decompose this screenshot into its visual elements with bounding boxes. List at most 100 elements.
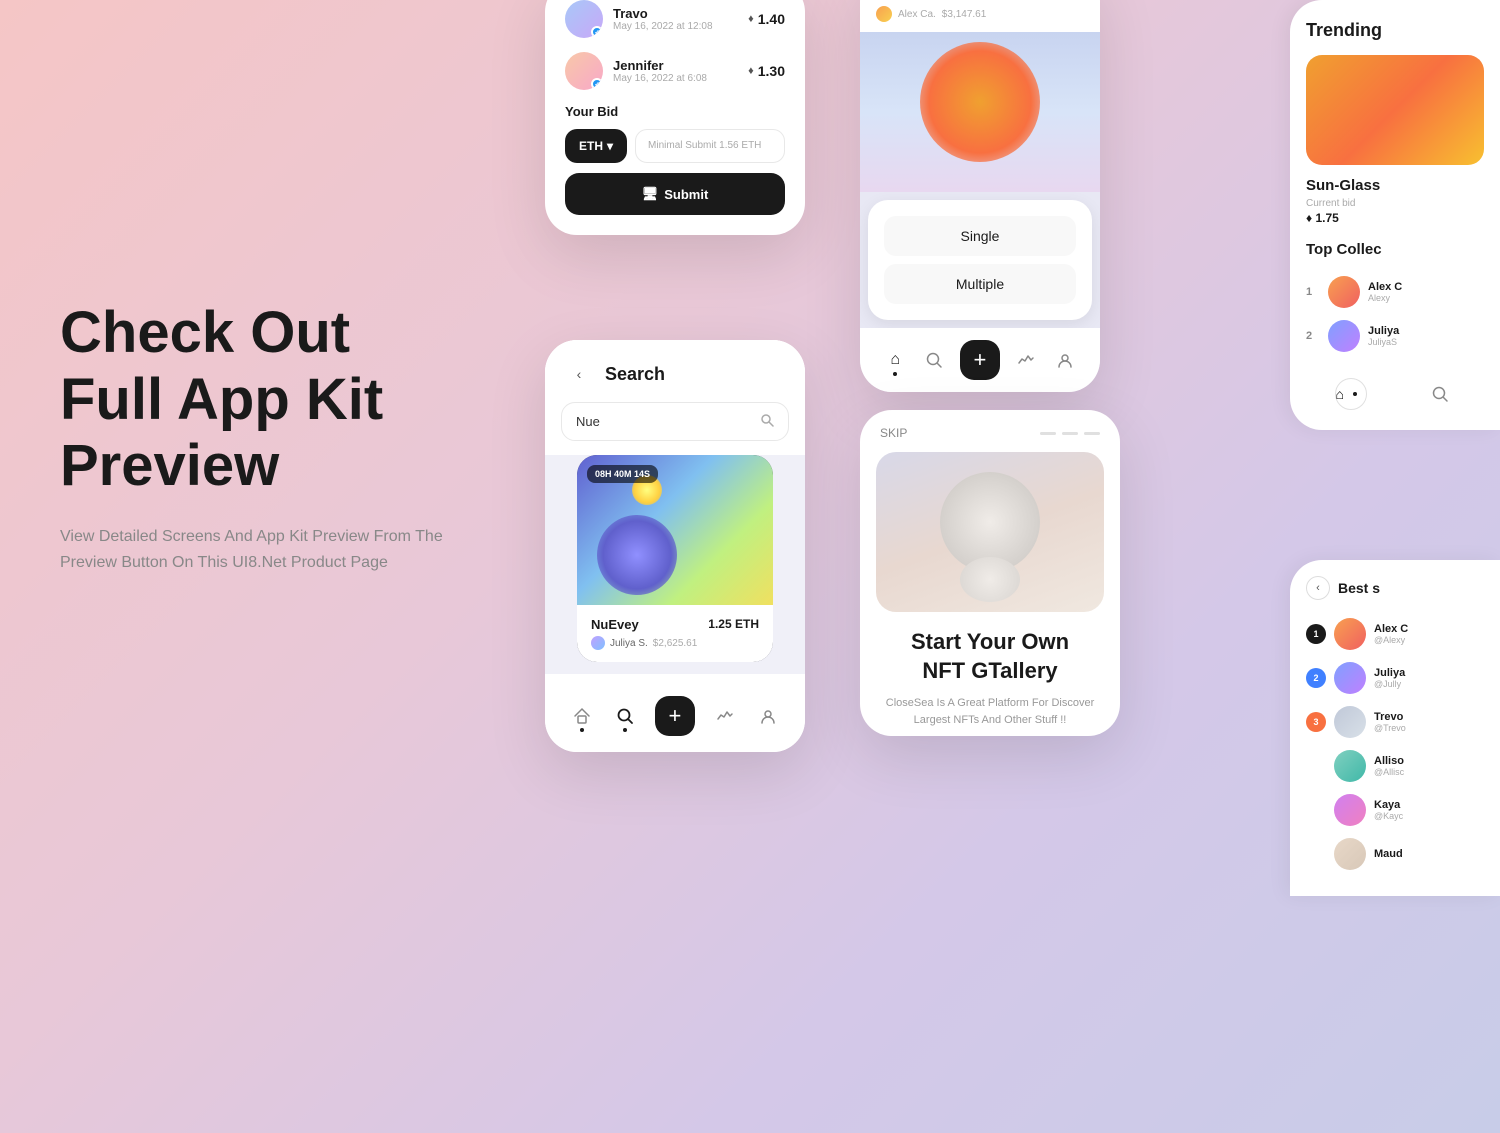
seller-name-1: Alex C — [1374, 623, 1408, 635]
submit-button[interactable]: 🖥 Submit — [565, 173, 785, 215]
trending-nft-image — [1306, 55, 1484, 165]
dot-2 — [1062, 432, 1078, 435]
nft-image-area — [860, 32, 1100, 192]
nft-usd: $3,147.61 — [942, 9, 987, 20]
search-input-value[interactable]: Nue — [576, 414, 752, 429]
seller-row-2: 2 Juliya @Jully — [1290, 656, 1500, 700]
trending-nft-title: Sun-Glass — [1290, 177, 1500, 194]
trending-panel: Trending Sun-Glass Current bid ♦ 1.75 To… — [1290, 0, 1500, 430]
collector-row-2: 2 Juliya JuliyaS — [1290, 314, 1500, 358]
search-screen: ‹ Search Nue 08H 40M 14S NuEvey 1.25 ETH — [545, 340, 805, 752]
seller-info-6: Maud — [1374, 848, 1403, 860]
search-back-button[interactable]: ‹ — [565, 360, 593, 388]
search-profile-icon[interactable] — [756, 704, 780, 728]
stone-small — [960, 557, 1020, 602]
seller-avatar-5 — [1334, 794, 1366, 826]
seller-handle-3: @Trevo — [1374, 723, 1406, 733]
nft-search-usd: $2,625.61 — [653, 638, 698, 649]
seller-row-4: Alliso @Allisc — [1290, 744, 1500, 788]
user2-name: Jennifer — [613, 58, 707, 73]
gallery-skip-row: SKIP — [860, 410, 1120, 452]
user1-name: Travo — [613, 6, 713, 21]
search-nav-icon[interactable] — [922, 348, 946, 372]
nft-artist-row: Alex Ca. $3,147.61 — [876, 6, 1084, 22]
nft-search-info: NuEvey 1.25 ETH Juliya S. $2,625.61 — [577, 605, 773, 662]
seller-name-5: Kaya — [1374, 799, 1403, 811]
right-panel-nav: ⌂ — [1290, 366, 1500, 410]
nft-orb-1 — [597, 515, 677, 595]
single-option[interactable]: Single — [884, 216, 1076, 256]
eth-icon-1: ♦ — [748, 13, 754, 25]
add-nav-button[interactable]: + — [960, 340, 1000, 380]
subtitle-text: View Detailed Screens And App Kit Previe… — [60, 524, 480, 575]
seller-row-6: Maud — [1290, 832, 1500, 876]
collector-info-1: Alex C Alexy — [1368, 281, 1402, 303]
search-home-icon[interactable] — [570, 704, 594, 728]
trending-header: Trending — [1290, 0, 1500, 55]
bid-input-row: ETH ▾ Minimal Submit 1.56 ETH — [565, 129, 785, 163]
trending-bid-value: ♦ 1.75 — [1290, 211, 1500, 225]
collector-row-1: 1 Alex C Alexy — [1290, 270, 1500, 314]
gallery-title: Start Your Own NFT GTallery — [880, 628, 1100, 685]
nft-search-artist-row: Juliya S. $2,625.61 — [591, 636, 759, 650]
bid-card: Travo May 16, 2022 at 12:08 ♦ 1.40 Jenni… — [545, 0, 805, 235]
search-header: ‹ Search — [545, 340, 805, 402]
collector-handle-1: Alexy — [1368, 293, 1402, 303]
seller-badge-1: 1 — [1306, 624, 1326, 644]
home-nav-icon[interactable]: ⌂ — [883, 348, 907, 372]
collector-name-1: Alex C — [1368, 281, 1402, 293]
nft-search-eth: 1.25 ETH — [708, 617, 759, 631]
collector-handle-2: JuliyaS — [1368, 337, 1399, 347]
search-search-icon[interactable] — [613, 704, 637, 728]
bid-user-info-2: Jennifer May 16, 2022 at 6:08 — [565, 52, 707, 90]
eth-selector[interactable]: ETH ▾ — [565, 129, 627, 163]
seller-avatar-3 — [1334, 706, 1366, 738]
collector-avatar-1 — [1328, 276, 1360, 308]
nft-card: Sun-Glass 1.75 ETH Alex Ca. $3,147.61 Si… — [860, 0, 1100, 392]
right-search-icon[interactable] — [1424, 378, 1456, 410]
bid-input-field[interactable]: Minimal Submit 1.56 ETH — [635, 129, 785, 163]
seller-info-4: Alliso @Allisc — [1374, 755, 1404, 777]
dot-1 — [1040, 432, 1056, 435]
seller-handle-5: @Kayc — [1374, 811, 1403, 821]
gallery-screen: SKIP Start Your Own NFT GTallery CloseSe… — [860, 410, 1120, 736]
verified-badge-1 — [591, 26, 603, 38]
bid-user-info-1: Travo May 16, 2022 at 12:08 — [565, 0, 713, 38]
activity-nav-icon[interactable] — [1014, 348, 1038, 372]
nft-artist-avatar — [876, 6, 892, 22]
nft-artist-name: Alex Ca. — [898, 9, 936, 20]
bid-user-row-1: Travo May 16, 2022 at 12:08 ♦ 1.40 — [565, 0, 785, 38]
seller-info-1: Alex C @Alexy — [1374, 623, 1408, 645]
nft-bottom-nav: ⌂ + — [860, 328, 1100, 392]
timer-badge: 08H 40M 14S — [587, 465, 658, 483]
user2-bid-amount: ♦ 1.30 — [748, 63, 785, 79]
seller-avatar-2 — [1334, 662, 1366, 694]
progress-dots — [1040, 432, 1100, 435]
search-add-button[interactable]: + — [655, 696, 695, 736]
seller-badge-2: 2 — [1306, 668, 1326, 688]
skip-button[interactable]: SKIP — [880, 426, 907, 440]
bid-user-row-2: Jennifer May 16, 2022 at 6:08 ♦ 1.30 — [565, 52, 785, 90]
nft-search-artist-avatar — [591, 636, 605, 650]
seller-row-1: 1 Alex C @Alexy — [1290, 612, 1500, 656]
collector-num-2: 2 — [1306, 330, 1320, 342]
right-home-icon[interactable]: ⌂ — [1335, 378, 1367, 410]
seller-handle-1: @Alexy — [1374, 635, 1408, 645]
your-bid-label: Your Bid — [565, 104, 785, 119]
multiple-option[interactable]: Multiple — [884, 264, 1076, 304]
search-bar[interactable]: Nue — [561, 402, 789, 441]
nft-search-name-row: NuEvey 1.25 ETH — [591, 617, 759, 632]
seller-avatar-6 — [1334, 838, 1366, 870]
user1-details: Travo May 16, 2022 at 12:08 — [613, 6, 713, 32]
seller-info-5: Kaya @Kayc — [1374, 799, 1403, 821]
best-back-button[interactable]: ‹ — [1306, 576, 1330, 600]
submit-icon: 🖥 — [642, 186, 659, 202]
trending-bid-label: Current bid — [1290, 198, 1500, 209]
gallery-nft-image — [876, 452, 1104, 612]
collector-name-2: Juliya — [1368, 325, 1399, 337]
gallery-text-area: Start Your Own NFT GTallery CloseSea Is … — [860, 612, 1120, 736]
avatar-jennifer — [565, 52, 603, 90]
seller-row-3: 3 Trevo @Trevo — [1290, 700, 1500, 744]
profile-nav-icon[interactable] — [1053, 348, 1077, 372]
search-activity-icon[interactable] — [713, 704, 737, 728]
